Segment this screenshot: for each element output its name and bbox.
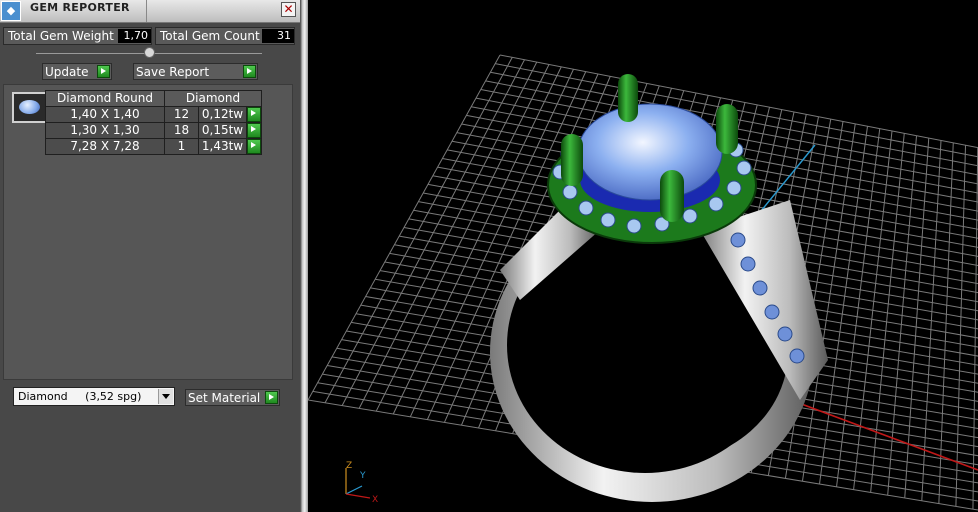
play-arrow-icon (265, 391, 278, 404)
grid-line (938, 142, 954, 504)
x-axis-label: X (372, 495, 378, 504)
total-gem-weight-box: Total Gem Weight 1,70 (3, 27, 152, 45)
gem-count-cell: 12 (164, 106, 199, 123)
y-axis-indicator (345, 485, 363, 495)
update-button[interactable]: Update (42, 63, 112, 80)
update-button-label: Update (45, 65, 89, 79)
gem-count-cell: 1 (164, 138, 199, 155)
viewport-scene (308, 54, 978, 511)
x-axis-indicator (345, 493, 371, 499)
total-gem-weight-value: 1,70 (118, 29, 151, 43)
set-material-button-label: Set Material (188, 391, 261, 405)
window-title: GEM REPORTER (30, 1, 130, 14)
save-report-button[interactable]: Save Report (133, 63, 258, 80)
y-axis-label: Y (359, 471, 366, 481)
gem-size-cell: 1,40 X 1,40 (45, 106, 165, 123)
panel-splitter[interactable] (300, 0, 308, 512)
splitter-handle[interactable] (144, 47, 155, 58)
play-arrow-icon (247, 139, 261, 154)
total-gem-count-label: Total Gem Count (160, 29, 260, 43)
gem-table: Diamond Round Diamond 1,40 X 1,40 12 0,1… (45, 90, 262, 155)
gem-weight-cell: 1,43tw (198, 138, 247, 155)
table-row[interactable]: 1,40 X 1,40 12 0,12tw (45, 106, 262, 123)
z-axis-label: Z (346, 461, 352, 471)
material-select-value: Diamond (3,52 spg) (18, 390, 142, 403)
prong (618, 74, 638, 122)
gem-reporter-app-icon: ◆ (1, 1, 21, 21)
gem-size-cell: 1,30 X 1,30 (45, 122, 165, 139)
gem-weight-cell: 0,15tw (198, 122, 247, 139)
prong (716, 104, 738, 154)
total-gem-weight-label: Total Gem Weight (8, 29, 114, 43)
material-select[interactable]: Diamond (3,52 spg) (13, 387, 175, 406)
select-row-button[interactable] (246, 138, 262, 155)
axis-orientation-gizmo: Z Y X (336, 456, 386, 505)
prong (561, 134, 583, 186)
gem-size-cell: 7,28 X 7,28 (45, 138, 165, 155)
play-arrow-icon (247, 107, 261, 122)
set-material-button[interactable]: Set Material (185, 389, 280, 406)
title-bar: ◆ GEM REPORTER ✕ (0, 0, 300, 23)
round-diamond-thumbnail-icon[interactable] (12, 92, 47, 123)
play-arrow-icon (247, 123, 261, 138)
center-stone (577, 103, 723, 201)
play-arrow-icon (97, 65, 110, 78)
column-header-shape: Diamond Round (45, 90, 165, 107)
save-report-button-label: Save Report (136, 65, 210, 79)
prong (660, 170, 684, 222)
chevron-down-icon[interactable] (158, 389, 173, 404)
select-row-button[interactable] (246, 122, 262, 139)
grid-line (955, 145, 966, 507)
title-separator (146, 0, 147, 22)
table-row[interactable]: 7,28 X 7,28 1 1,43tw (45, 138, 262, 155)
gem-weight-cell: 0,12tw (198, 106, 247, 123)
close-icon[interactable]: ✕ (281, 2, 296, 17)
total-gem-count-value: 31 (262, 29, 294, 43)
table-row[interactable]: 1,30 X 1,30 18 0,15tw (45, 122, 262, 139)
select-row-button[interactable] (246, 106, 262, 123)
total-gem-count-box: Total Gem Count 31 (155, 27, 295, 45)
table-header-row: Diamond Round Diamond (45, 90, 262, 107)
column-header-material: Diamond (164, 90, 262, 107)
3d-viewport[interactable] (308, 0, 978, 512)
gem-count-cell: 18 (164, 122, 199, 139)
play-arrow-icon (243, 65, 256, 78)
